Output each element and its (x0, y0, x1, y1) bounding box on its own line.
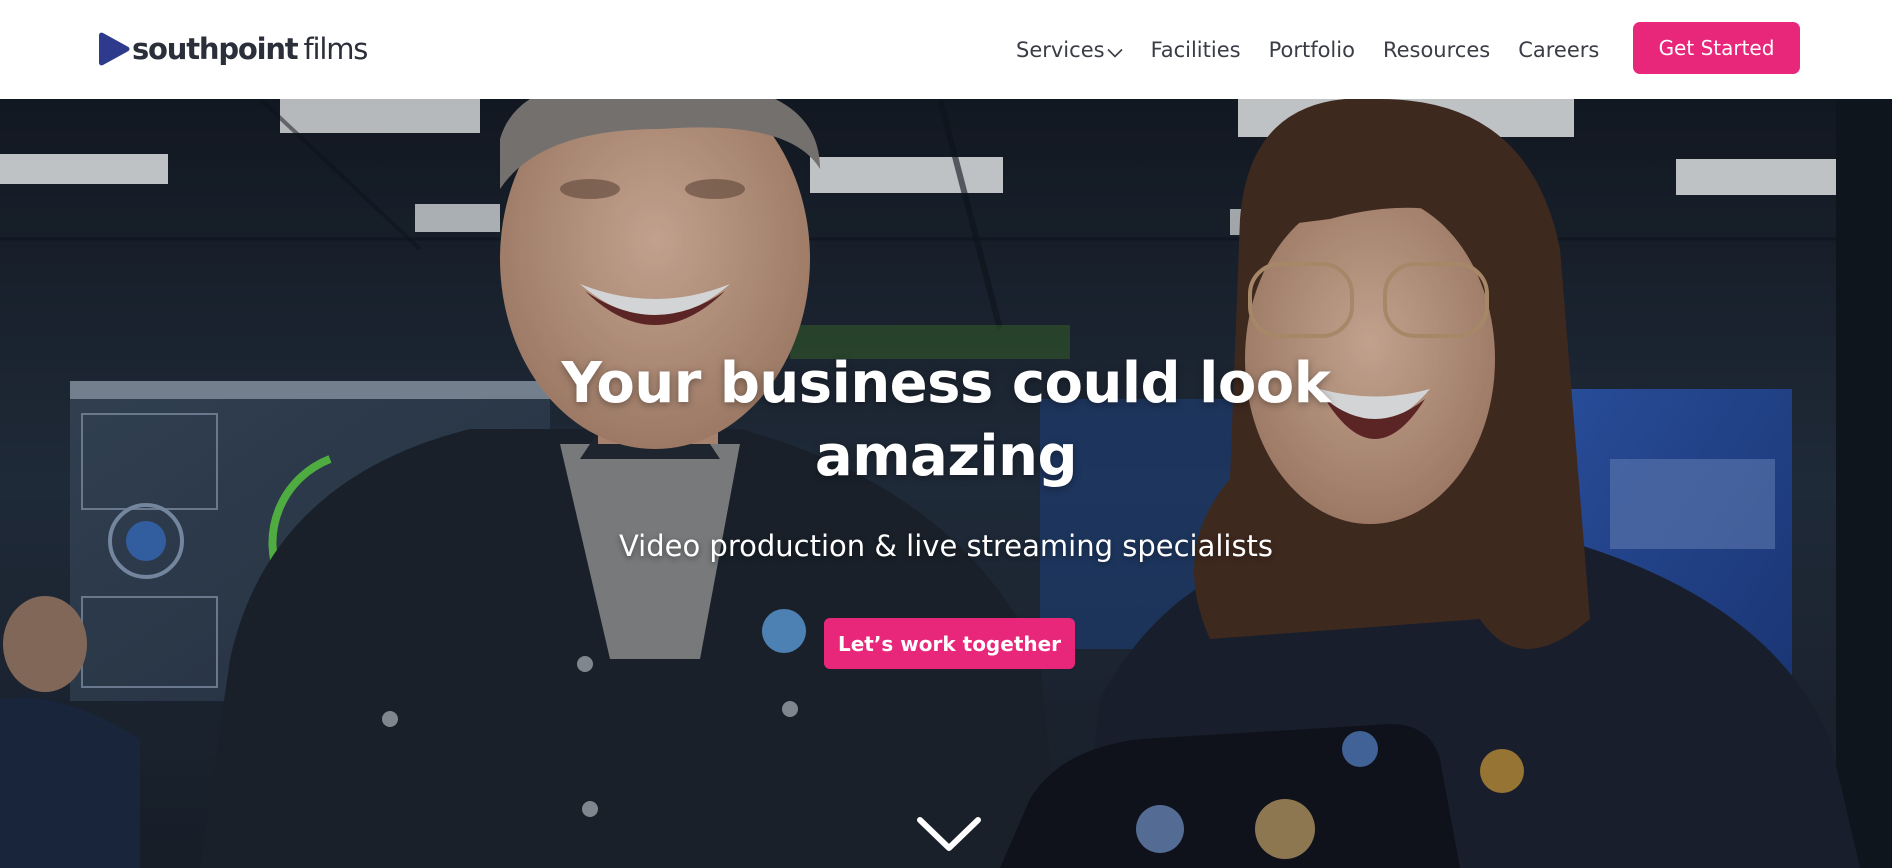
logo-text-bold: southpoint (132, 31, 299, 66)
nav-item-resources[interactable]: Resources (1383, 38, 1490, 62)
nav-item-facilities[interactable]: Facilities (1151, 38, 1241, 62)
logo-wordmark: southpoint films (132, 31, 368, 66)
chevron-down-icon (1106, 48, 1123, 58)
hero-section: Your business could look amazing Video p… (0, 99, 1892, 868)
nav-item-portfolio[interactable]: Portfolio (1269, 38, 1355, 62)
hero-title: Your business could look amazing (561, 351, 1331, 489)
nav-item-careers[interactable]: Careers (1518, 38, 1599, 62)
hero-subtitle: Video production & live streaming specia… (618, 529, 1274, 563)
nav-item-services[interactable]: Services (1016, 38, 1123, 62)
logo-link[interactable]: southpoint films (99, 29, 368, 69)
logo-text-light: films (303, 31, 368, 66)
lets-work-together-button[interactable]: Let’s work together (824, 618, 1075, 669)
main-nav: Services Facilities Portfolio Resources … (1016, 30, 1599, 70)
play-triangle-icon (99, 32, 130, 66)
get-started-button[interactable]: Get Started (1633, 22, 1800, 74)
site-header: southpoint films Services Facilities Port… (0, 0, 1892, 99)
nav-item-services-label: Services (1016, 38, 1105, 62)
chevron-down-icon[interactable] (916, 814, 982, 854)
